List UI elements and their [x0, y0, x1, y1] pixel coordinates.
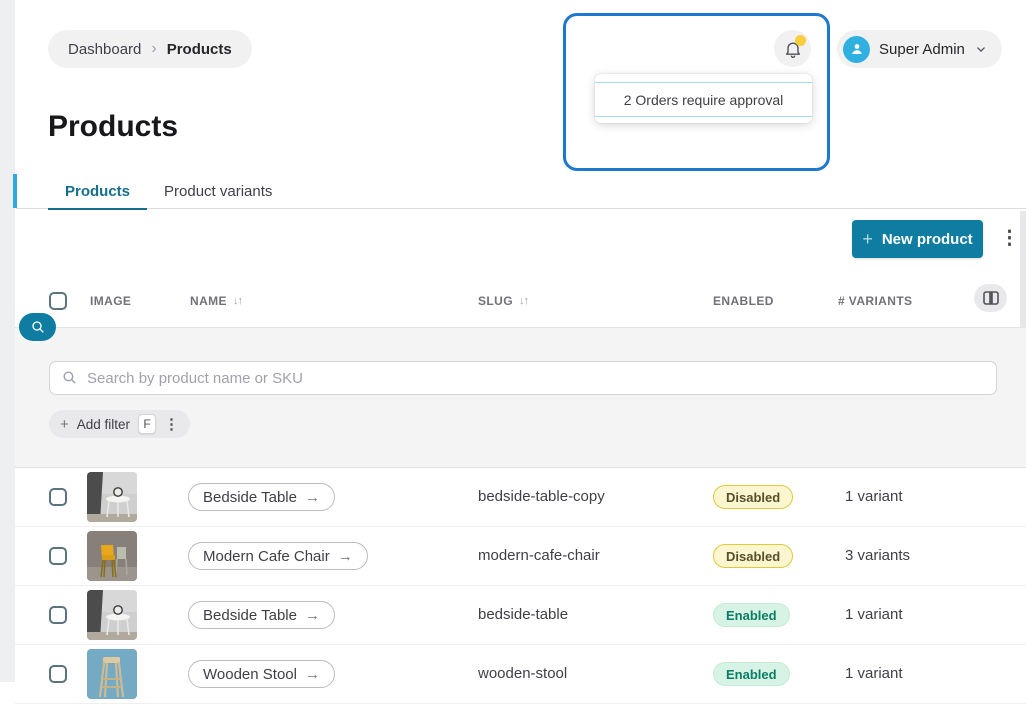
filter-panel: + Add filter F ⋮: [15, 327, 1026, 468]
product-image: [87, 649, 137, 699]
status-badge: Disabled: [713, 544, 793, 568]
column-header-slug[interactable]: SLUG ↓↑: [478, 294, 528, 308]
notification-item[interactable]: 2 Orders require approval: [595, 83, 812, 116]
plus-icon: +: [60, 416, 69, 433]
notifications-button[interactable]: [774, 30, 811, 67]
new-product-button[interactable]: + New product: [852, 220, 983, 258]
row-checkbox[interactable]: [49, 606, 67, 624]
variant-count: 3 variants: [845, 547, 910, 564]
sort-icon[interactable]: ↓↑: [519, 295, 528, 307]
arrow-right-icon: →: [338, 548, 353, 565]
row-checkbox[interactable]: [49, 665, 67, 683]
product-name-link[interactable]: Bedside Table →: [188, 601, 335, 629]
product-image: [87, 531, 137, 581]
table-row: Bedside Table → bedside-table-copy Disab…: [15, 468, 1026, 527]
add-filter-button[interactable]: + Add filter F ⋮: [49, 410, 190, 438]
column-header-image: IMAGE: [90, 294, 131, 308]
columns-icon: [983, 291, 999, 305]
chevron-down-icon: [974, 42, 988, 56]
status-badge: Enabled: [713, 662, 790, 686]
column-header-variants: # VARIANTS: [838, 294, 912, 308]
plus-icon: +: [862, 229, 873, 250]
search-toggle-button[interactable]: [19, 313, 56, 341]
tab-bar: Products Product variants: [16, 173, 1026, 209]
breadcrumb-dashboard[interactable]: Dashboard: [68, 41, 141, 58]
breadcrumb-current: Products: [167, 41, 232, 58]
product-slug: wooden-stool: [478, 665, 567, 682]
variant-count: 1 variant: [845, 606, 903, 623]
table-row: Modern Cafe Chair → modern-cafe-chair Di…: [15, 527, 1026, 586]
arrow-right-icon: →: [305, 666, 320, 683]
status-badge: Enabled: [713, 603, 790, 627]
variant-count: 1 variant: [845, 488, 903, 505]
user-name: Super Admin: [879, 41, 965, 58]
page-title: Products: [48, 110, 178, 144]
product-name-link[interactable]: Modern Cafe Chair →: [188, 542, 368, 570]
keyboard-shortcut-badge: F: [138, 414, 156, 434]
table-row: Wooden Stool → wooden-stool Enabled 1 va…: [15, 645, 1026, 704]
tab-products[interactable]: Products: [48, 173, 147, 209]
arrow-right-icon: →: [305, 607, 320, 624]
sort-icon[interactable]: ↓↑: [233, 295, 242, 307]
product-slug: bedside-table-copy: [478, 488, 605, 505]
search-icon: [61, 369, 78, 386]
column-settings-button[interactable]: [974, 284, 1007, 312]
product-image: [87, 472, 137, 522]
breadcrumb[interactable]: Dashboard › Products: [48, 30, 252, 68]
row-checkbox[interactable]: [49, 488, 67, 506]
add-filter-label: Add filter: [77, 417, 130, 432]
product-name-link[interactable]: Wooden Stool →: [188, 660, 335, 688]
table-actions-menu-button[interactable]: ⋮: [1000, 229, 1019, 248]
product-image: [87, 590, 137, 640]
product-slug: modern-cafe-chair: [478, 547, 600, 564]
column-header-enabled: ENABLED: [713, 294, 774, 308]
chevron-right-icon: ›: [151, 40, 156, 58]
table-row: Bedside Table → bedside-table Enabled 1 …: [15, 586, 1026, 645]
notification-dot: [795, 35, 806, 46]
collapsed-sidebar-rail: [0, 0, 15, 682]
variant-count: 1 variant: [845, 665, 903, 682]
row-checkbox[interactable]: [49, 547, 67, 565]
product-table-body: Bedside Table → bedside-table-copy Disab…: [15, 468, 1026, 704]
product-name-link[interactable]: Bedside Table →: [188, 483, 335, 511]
user-menu[interactable]: Super Admin: [837, 30, 1002, 68]
search-icon: [30, 319, 46, 335]
notifications-popup: 2 Orders require approval: [595, 74, 812, 123]
arrow-right-icon: →: [305, 489, 320, 506]
filter-menu-button[interactable]: ⋮: [164, 417, 179, 432]
product-slug: bedside-table: [478, 606, 568, 623]
avatar: [843, 36, 870, 63]
search-input[interactable]: [49, 361, 997, 395]
search-field-wrap: [49, 361, 997, 395]
new-product-label: New product: [882, 231, 973, 248]
column-header-name[interactable]: NAME ↓↑: [190, 294, 242, 308]
tab-product-variants[interactable]: Product variants: [147, 173, 289, 209]
select-all-checkbox[interactable]: [49, 292, 67, 310]
status-badge: Disabled: [713, 485, 793, 509]
